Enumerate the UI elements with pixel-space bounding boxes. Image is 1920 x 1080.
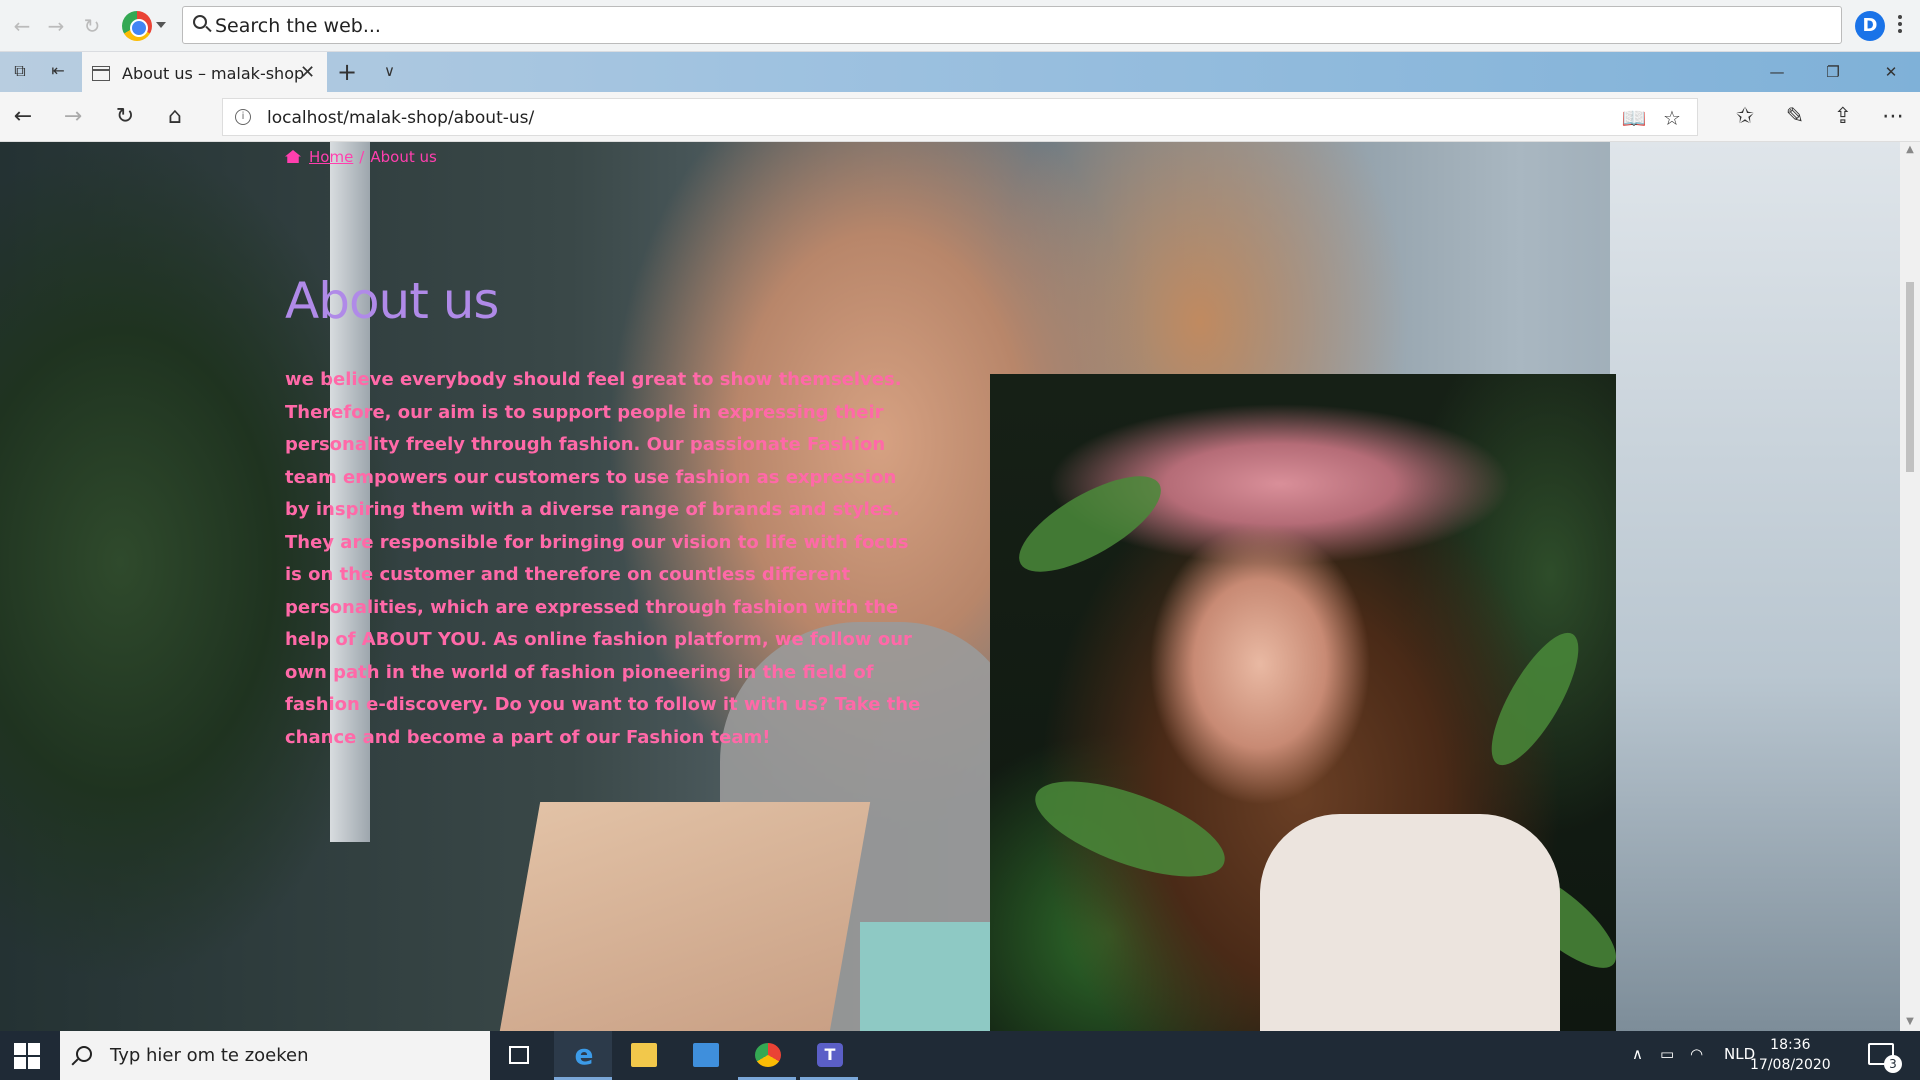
chevron-up-icon[interactable]: ∧ (1632, 1045, 1643, 1063)
chrome-logo-icon[interactable] (122, 11, 152, 41)
chevron-down-icon[interactable] (156, 22, 166, 28)
page-viewport: Home / About us About us we believe everyb… (0, 142, 1900, 1031)
forward-arrow-icon[interactable]: → (58, 103, 88, 131)
edge-browser-icon[interactable]: e (554, 1031, 612, 1080)
web-search-field[interactable]: Search the web... (182, 6, 1842, 44)
system-clock[interactable]: 18:36 17/08/2020 (1750, 1035, 1831, 1075)
page-scrollbar[interactable]: ▲ ▼ (1900, 142, 1920, 1031)
background-building (1610, 142, 1900, 1031)
breadcrumb: Home / About us (285, 148, 437, 166)
top-browser-bar: ← → ↻ Search the web... D (0, 0, 1920, 52)
taskbar-search-placeholder[interactable]: Typ hier om te zoeken (110, 1045, 309, 1066)
home-icon[interactable] (285, 150, 301, 163)
mail-icon[interactable] (676, 1031, 734, 1080)
back-arrow-icon[interactable]: ← (8, 103, 38, 131)
set-aside-tabs-icon[interactable]: ⇤ (46, 61, 70, 83)
info-icon[interactable]: i (235, 109, 251, 125)
scroll-up-icon[interactable]: ▲ (1905, 144, 1915, 155)
breadcrumb-home-link[interactable]: Home (309, 148, 353, 166)
background-shopping-bags (499, 802, 871, 1031)
wifi-icon[interactable]: ◠ (1690, 1045, 1703, 1063)
windows-start-icon[interactable] (14, 1043, 40, 1069)
breadcrumb-current: About us (370, 148, 437, 166)
close-icon[interactable]: ✕ (300, 62, 315, 83)
chrome-taskbar-icon[interactable] (738, 1031, 796, 1080)
refresh-icon[interactable]: ↻ (110, 103, 140, 131)
about-paragraph: we believe everybody should feel great t… (285, 369, 921, 748)
favorite-star-icon[interactable]: ☆ (1659, 106, 1685, 130)
favorites-list-icon[interactable]: ✩ (1730, 103, 1760, 131)
menu-dots-icon[interactable] (1897, 12, 1903, 40)
profile-avatar[interactable]: D (1855, 11, 1885, 41)
notification-icon[interactable]: 3 (1868, 1043, 1902, 1073)
reload-icon[interactable]: ↻ (78, 12, 106, 40)
model-photo (990, 374, 1616, 1031)
url-field[interactable]: i localhost/malak-shop/about-us/ 📖 ☆ (222, 98, 1698, 136)
search-icon (76, 1046, 92, 1062)
tab-title: About us – malak-shop (122, 64, 305, 83)
share-icon[interactable]: ⇪ (1828, 103, 1858, 131)
teams-icon[interactable]: T (800, 1031, 858, 1080)
scroll-down-icon[interactable]: ▼ (1905, 1016, 1915, 1027)
notification-badge: 3 (1884, 1055, 1902, 1073)
windows-taskbar: Typ hier om te zoeken e T ∧ ▭ ◠ NLD 18:3… (0, 1031, 1920, 1080)
more-dots-icon[interactable]: ⋯ (1878, 103, 1908, 131)
pen-notes-icon[interactable]: ✎ (1780, 103, 1810, 131)
reading-view-icon[interactable]: 📖 (1621, 106, 1647, 130)
forward-arrow-icon[interactable]: → (42, 12, 70, 40)
task-view-icon[interactable] (490, 1031, 548, 1080)
taskbar-search-field[interactable]: Typ hier om te zoeken (60, 1031, 490, 1080)
restore-button[interactable]: ❐ (1810, 58, 1856, 86)
chevron-down-icon[interactable]: ∨ (384, 62, 395, 80)
web-search-placeholder[interactable]: Search the web... (215, 15, 381, 37)
tab-manager-icon[interactable]: ⧉ (8, 61, 32, 83)
minimize-button[interactable]: — (1754, 58, 1800, 86)
back-arrow-icon[interactable]: ← (8, 12, 36, 40)
background-teal-bag (860, 922, 990, 1031)
search-icon (193, 15, 207, 29)
new-tab-button[interactable]: + (337, 58, 357, 86)
scroll-thumb[interactable] (1906, 282, 1914, 472)
battery-icon[interactable]: ▭ (1660, 1045, 1674, 1063)
file-explorer-icon[interactable] (614, 1031, 672, 1080)
tab-about-us[interactable]: About us – malak-shop ✕ (82, 52, 327, 92)
model-dress (1260, 814, 1560, 1031)
clock-time: 18:36 (1770, 1037, 1811, 1053)
page-icon (92, 66, 110, 81)
clock-date: 17/08/2020 (1750, 1057, 1831, 1073)
breadcrumb-separator: / (359, 148, 365, 166)
tab-strip: ⧉ ⇤ About us – malak-shop ✕ + ∨ — ❐ ✕ (0, 52, 1920, 92)
address-toolbar: ← → ↻ ⌂ i localhost/malak-shop/about-us/… (0, 92, 1920, 142)
url-text[interactable]: localhost/malak-shop/about-us/ (267, 108, 534, 128)
page-title: About us (285, 272, 499, 330)
close-window-button[interactable]: ✕ (1868, 58, 1914, 86)
home-icon[interactable]: ⌂ (160, 103, 190, 131)
